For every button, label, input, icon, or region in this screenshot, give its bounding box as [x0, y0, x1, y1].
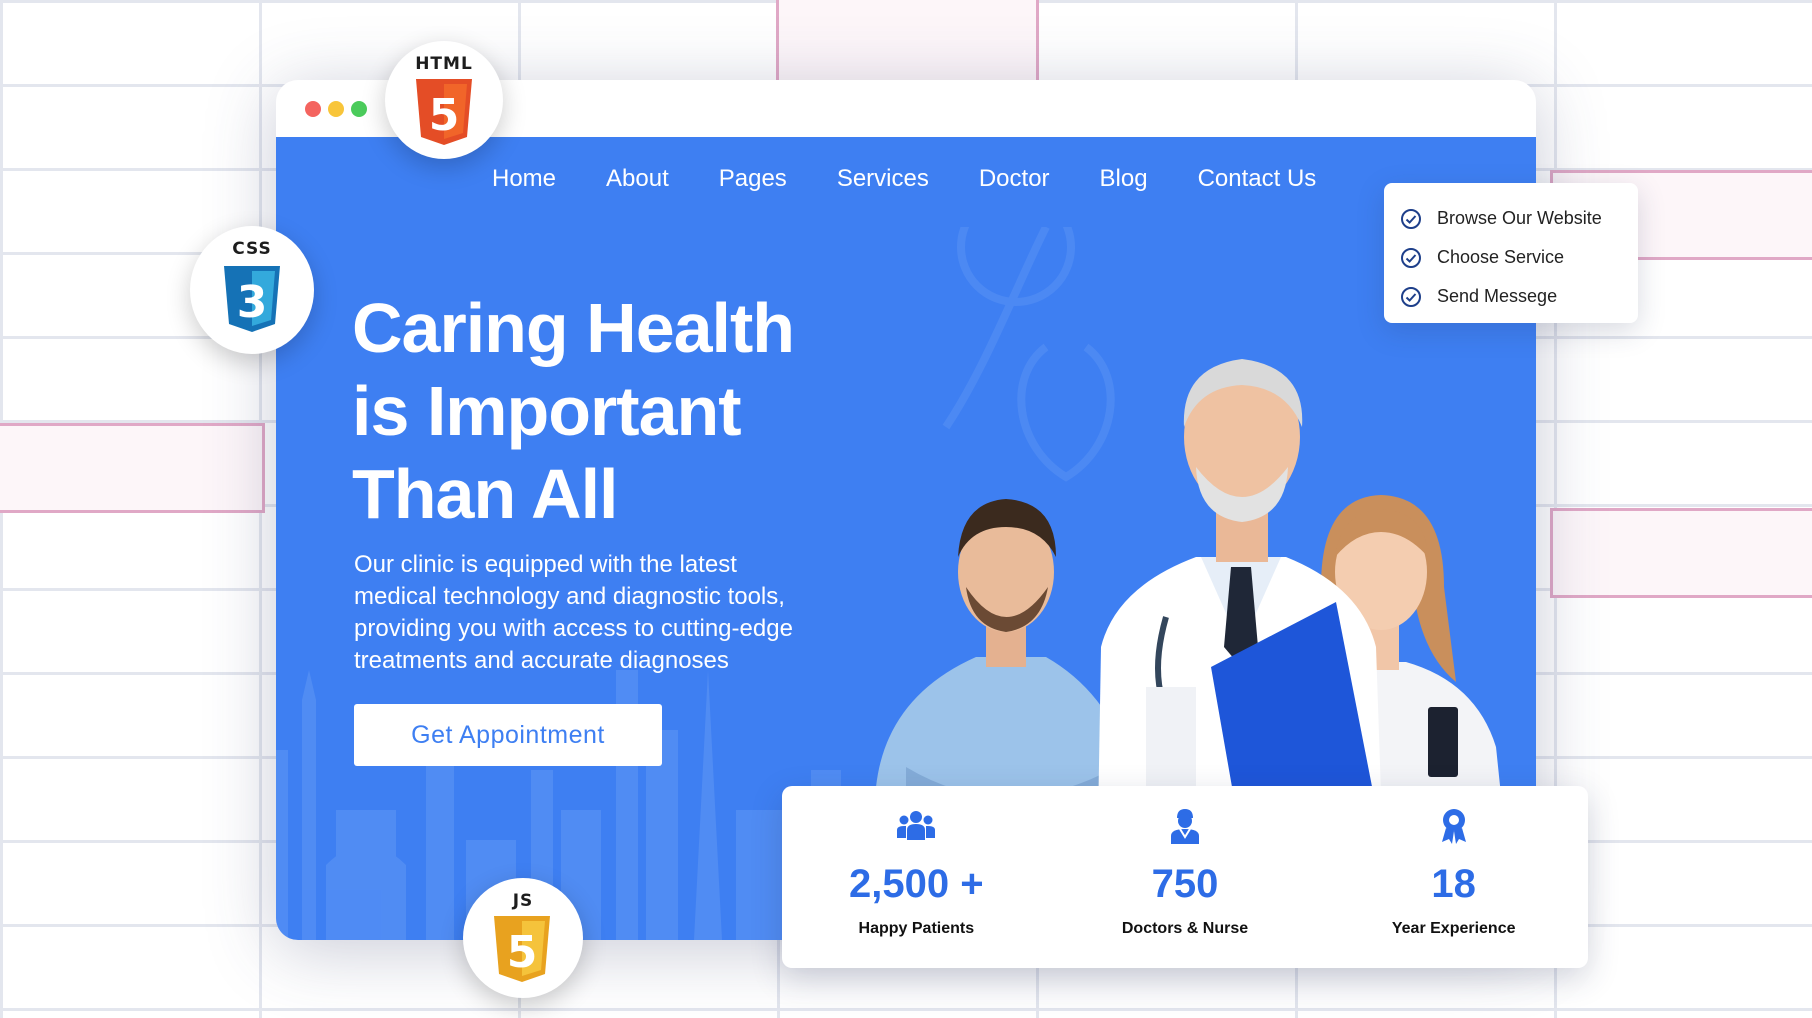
hero-title-line: Caring Health — [352, 289, 795, 367]
nav-about[interactable]: About — [606, 165, 669, 193]
patients-group-icon — [897, 811, 936, 840]
javascript-logo: JS 5 — [463, 878, 583, 998]
stat-value: 2,500 + — [849, 862, 984, 906]
stat-label: Happy Patients — [858, 920, 975, 937]
css3-shield-icon: 3 — [224, 266, 280, 332]
javascript-shield-icon: 5 — [494, 916, 550, 982]
decor-box — [776, 0, 1039, 84]
css3-logo: CSS 3 — [190, 226, 314, 354]
checklist-item-send: Send Messege — [1384, 277, 1638, 316]
nav-contact-us[interactable]: Contact Us — [1198, 165, 1317, 193]
checklist-item-label: Send Messege — [1437, 286, 1558, 306]
check-circle-icon — [1401, 286, 1421, 307]
check-circle-icon — [1401, 247, 1421, 268]
stat-label: Doctors & Nurse — [1121, 920, 1249, 937]
hero-title-line: is Important — [352, 372, 742, 450]
window-maximize-dot[interactable] — [351, 101, 367, 117]
hero-title-line: Than All — [352, 455, 619, 533]
doctor-icon — [1171, 809, 1199, 844]
html5-logo: HTML 5 — [385, 41, 503, 159]
hero-desc-line: medical technology and diagnostic tools, — [354, 583, 785, 610]
stats-card: 2,500 + Happy Patients 750 Doctors & Nur… — [782, 786, 1588, 968]
checklist-item-label: Choose Service — [1437, 247, 1565, 267]
stat-value: 18 — [1431, 862, 1476, 906]
hero-title: Caring Health is Important Than All — [352, 287, 892, 536]
main-nav: Home About Pages Services Doctor Blog Co… — [492, 165, 1316, 193]
hero-desc-line: providing you with access to cutting-edg… — [354, 615, 793, 642]
check-circle-icon — [1401, 208, 1421, 229]
checklist-item-browse: Browse Our Website — [1384, 199, 1638, 238]
hero-desc-line: treatments and accurate diagnoses — [354, 647, 729, 674]
stat-doctors-nurse: 750 Doctors & Nurse — [1051, 786, 1320, 968]
javascript-logo-digit: 5 — [507, 927, 538, 978]
stat-label: Year Experience — [1391, 920, 1516, 937]
javascript-logo-text: JS — [512, 891, 534, 911]
hero-description: Our clinic is equipped with the latest m… — [354, 549, 844, 677]
stat-value: 750 — [1151, 862, 1219, 906]
html5-shield-icon: 5 — [416, 79, 472, 145]
nav-doctor[interactable]: Doctor — [979, 165, 1050, 193]
checklist-item-choose: Choose Service — [1384, 238, 1638, 277]
html5-logo-text: HTML — [415, 54, 473, 74]
award-icon — [1441, 809, 1466, 844]
steps-checklist-card: Browse Our Website Choose Service Send M… — [1384, 183, 1638, 323]
window-close-dot[interactable] — [305, 101, 321, 117]
nav-pages[interactable]: Pages — [719, 165, 787, 193]
html5-logo-digit: 5 — [429, 90, 460, 141]
hero-desc-line: Our clinic is equipped with the latest — [354, 551, 737, 578]
window-minimize-dot[interactable] — [328, 101, 344, 117]
css3-logo-text: CSS — [232, 239, 272, 259]
css3-logo-digit: 3 — [237, 277, 268, 328]
stat-happy-patients: 2,500 + Happy Patients — [782, 786, 1051, 968]
checklist-item-label: Browse Our Website — [1437, 208, 1602, 228]
nav-services[interactable]: Services — [837, 165, 929, 193]
get-appointment-button[interactable]: Get Appointment — [354, 704, 662, 766]
nav-home[interactable]: Home — [492, 165, 556, 193]
nav-blog[interactable]: Blog — [1100, 165, 1148, 193]
decor-box — [0, 423, 265, 513]
decor-box — [1550, 508, 1812, 598]
stat-year-experience: 18 Year Experience — [1319, 786, 1588, 968]
